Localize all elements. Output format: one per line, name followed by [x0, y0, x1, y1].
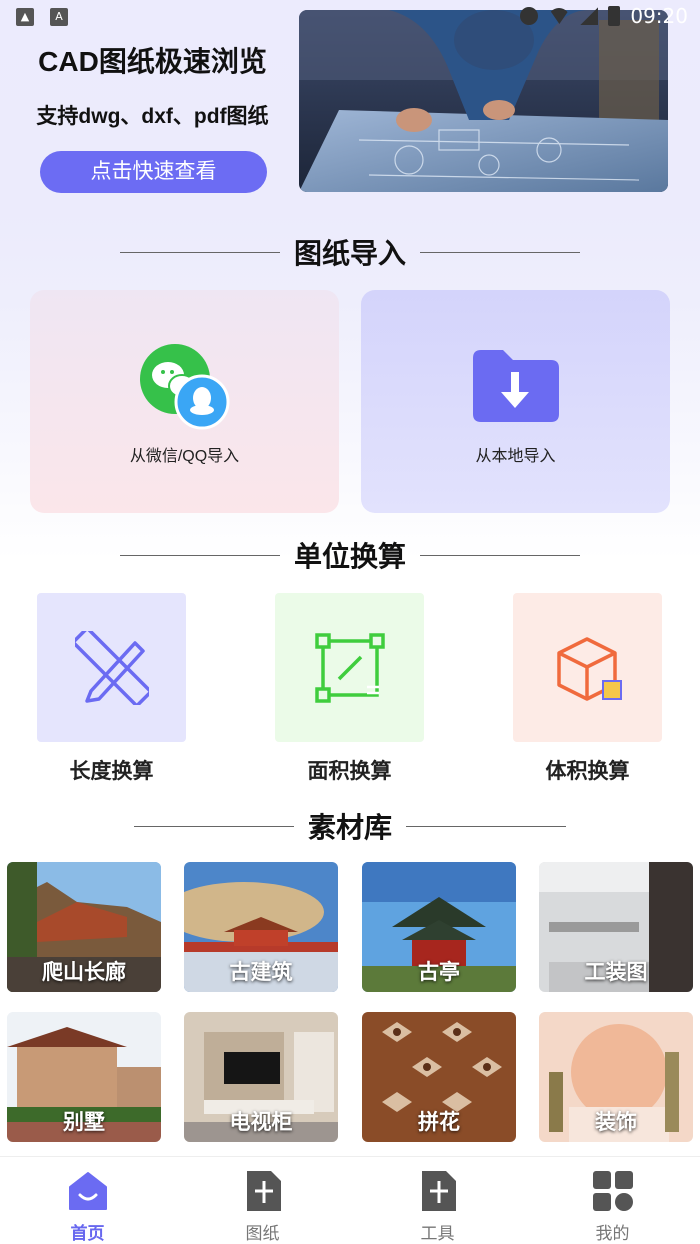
- nav-tools[interactable]: 工具: [350, 1157, 525, 1244]
- nav-label: 工具: [420, 1224, 455, 1243]
- material-label: 古亭: [418, 961, 460, 984]
- material-label: 别墅: [63, 1111, 105, 1134]
- signal-icon: [580, 7, 599, 25]
- material-tile-pavilion[interactable]: 古亭: [362, 862, 516, 992]
- ruler-pencil-icon: [74, 630, 149, 705]
- length-conversion-tile[interactable]: [37, 593, 186, 742]
- import-local-label: 从本地导入: [475, 448, 556, 465]
- divider: [420, 554, 580, 556]
- material-label: 装饰: [595, 1111, 637, 1134]
- quick-view-button[interactable]: 点击快速查看: [40, 151, 267, 193]
- tools-icon: [422, 1171, 456, 1211]
- material-label: 电视柜: [229, 1111, 293, 1134]
- divider: [406, 825, 566, 827]
- folder-download-icon: [473, 350, 559, 422]
- nav-label: 首页: [70, 1224, 105, 1243]
- status-circle-icon: [520, 7, 539, 25]
- import-local-card[interactable]: 从本地导入: [361, 290, 670, 513]
- volume-conversion-label: 体积换算: [545, 760, 630, 783]
- status-time: 09:20: [630, 4, 688, 28]
- bottom-nav: 首页 图纸 工具 我的: [0, 1156, 700, 1244]
- import-wechat-qq-card[interactable]: 从微信/QQ导入: [30, 290, 339, 513]
- nav-profile[interactable]: 我的: [525, 1157, 700, 1244]
- area-edit-icon: [314, 632, 385, 703]
- import-section-title: 图纸导入: [293, 238, 406, 269]
- material-section-title: 素材库: [307, 812, 392, 843]
- material-label: 工装图: [584, 961, 648, 984]
- banner-subtitle: 支持dwg、dxf、pdf图纸: [36, 105, 269, 128]
- material-tile-parquet[interactable]: 拼花: [362, 1012, 516, 1142]
- material-tile-decoration[interactable]: 装饰: [539, 1012, 693, 1142]
- divider: [119, 251, 280, 253]
- volume-conversion-tile[interactable]: [513, 593, 662, 742]
- unit-section-header: 单位换算: [0, 535, 700, 575]
- material-label: 古建筑: [229, 961, 293, 984]
- banner-title: CAD图纸极速浏览: [38, 46, 267, 77]
- wechat-qq-icon: [140, 344, 230, 430]
- cube-icon: [556, 636, 622, 701]
- nav-label: 图纸: [245, 1224, 280, 1243]
- material-tile-office[interactable]: 工装图: [539, 862, 693, 992]
- divider: [119, 554, 280, 556]
- profile-grid-icon: [593, 1171, 633, 1211]
- area-conversion-label: 面积换算: [307, 760, 392, 783]
- drawing-icon: [247, 1171, 281, 1211]
- image-notification-icon: ▲: [16, 8, 34, 26]
- font-notification-icon: A: [50, 8, 68, 26]
- material-tile-ancient-building[interactable]: 古建筑: [184, 862, 338, 992]
- home-icon: [69, 1172, 107, 1210]
- nav-home[interactable]: 首页: [0, 1157, 175, 1244]
- unit-section-title: 单位换算: [293, 541, 406, 572]
- banner-image[interactable]: [299, 10, 668, 192]
- material-label: 拼花: [418, 1111, 460, 1134]
- material-section-header: 素材库: [0, 806, 700, 846]
- status-bar: ▲ A 09:20: [0, 0, 700, 36]
- area-conversion-tile[interactable]: [275, 593, 424, 742]
- wifi-icon: [548, 8, 571, 24]
- divider: [420, 251, 580, 253]
- import-wechat-label: 从微信/QQ导入: [129, 448, 240, 465]
- material-label: 爬山长廊: [42, 961, 126, 984]
- length-conversion-label: 长度换算: [69, 760, 154, 783]
- battery-icon: [608, 6, 621, 26]
- divider: [133, 825, 294, 827]
- nav-label: 我的: [595, 1224, 630, 1243]
- material-tile-corridor[interactable]: 爬山长廊: [7, 862, 161, 992]
- import-section-header: 图纸导入: [0, 232, 700, 272]
- material-tile-villa[interactable]: 别墅: [7, 1012, 161, 1142]
- nav-drawings[interactable]: 图纸: [175, 1157, 350, 1244]
- material-tile-tv-cabinet[interactable]: 电视柜: [184, 1012, 338, 1142]
